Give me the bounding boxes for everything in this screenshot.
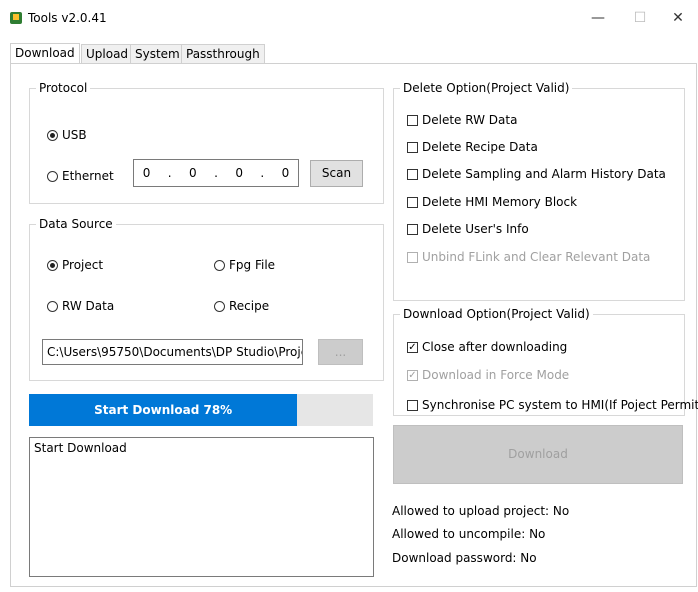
ip-dot: . bbox=[214, 166, 218, 180]
ip-octet-1[interactable]: 0 bbox=[143, 166, 151, 180]
delete-sampling-alarm-checkbox[interactable]: Delete Sampling and Alarm History Data bbox=[407, 167, 666, 181]
ip-dot: . bbox=[260, 166, 265, 180]
force-mode-checkbox[interactable]: ✓ Download in Force Mode bbox=[407, 368, 569, 382]
ip-octet-2[interactable]: 0 bbox=[189, 166, 197, 180]
tab-passthrough[interactable]: Passthrough bbox=[181, 44, 265, 65]
ip-dot: . bbox=[167, 166, 172, 180]
radio-dot-icon bbox=[47, 170, 58, 182]
ethernet-label: Ethernet bbox=[62, 169, 114, 183]
usb-label: USB bbox=[62, 128, 87, 142]
app-icon bbox=[10, 12, 22, 24]
download-progress-bar: Start Download 78% bbox=[29, 394, 373, 426]
usb-radio[interactable]: USB bbox=[47, 128, 87, 142]
delete-sampling-alarm-label: Delete Sampling and Alarm History Data bbox=[422, 167, 666, 181]
tools-window: Tools v2.0.41 — ☐ ✕ Download Upload Syst… bbox=[0, 0, 698, 592]
checkbox-icon bbox=[407, 251, 418, 263]
upload-allowed-info: Allowed to upload project: No bbox=[392, 504, 570, 518]
protocol-legend: Protocol bbox=[39, 81, 88, 95]
tab-system[interactable]: System bbox=[130, 44, 185, 65]
delete-recipe-data-label: Delete Recipe Data bbox=[422, 140, 538, 154]
force-mode-label: Download in Force Mode bbox=[422, 368, 570, 382]
title-bar: Tools v2.0.41 — ☐ ✕ bbox=[0, 0, 698, 34]
ip-octet-4[interactable]: 0 bbox=[282, 166, 290, 180]
checkmark-icon: ✓ bbox=[407, 369, 418, 381]
checkbox-icon bbox=[407, 223, 418, 235]
log-output[interactable]: Start Download bbox=[29, 437, 374, 577]
minimize-button[interactable]: — bbox=[578, 6, 618, 30]
scan-button[interactable]: Scan bbox=[310, 160, 363, 187]
checkbox-icon bbox=[407, 141, 418, 153]
delete-hmi-memory-checkbox[interactable]: Delete HMI Memory Block bbox=[407, 195, 577, 209]
project-label: Project bbox=[62, 258, 104, 272]
close-after-download-label: Close after downloading bbox=[422, 340, 568, 354]
delete-rw-data-checkbox[interactable]: Delete RW Data bbox=[407, 113, 517, 127]
data-source-legend: Data Source bbox=[39, 217, 113, 231]
radio-dot-icon bbox=[47, 300, 58, 312]
rw-data-label: RW Data bbox=[62, 299, 115, 313]
checkbox-icon bbox=[407, 168, 418, 180]
maximize-button[interactable]: ☐ bbox=[620, 6, 660, 30]
ip-octet-3[interactable]: 0 bbox=[235, 166, 243, 180]
unbind-flink-label: Unbind FLink and Clear Relevant Data bbox=[422, 250, 651, 264]
tab-download[interactable]: Download bbox=[10, 43, 80, 65]
recipe-radio[interactable]: Recipe bbox=[214, 299, 269, 313]
delete-hmi-memory-label: Delete HMI Memory Block bbox=[422, 195, 578, 209]
delete-option-legend: Delete Option(Project Valid) bbox=[403, 81, 570, 95]
unbind-flink-checkbox[interactable]: Unbind FLink and Clear Relevant Data bbox=[407, 250, 650, 264]
project-radio[interactable]: Project bbox=[47, 258, 103, 272]
fpg-file-label: Fpg File bbox=[229, 258, 276, 272]
download-button[interactable]: Download bbox=[393, 425, 683, 484]
progress-label: Start Download 78% bbox=[94, 403, 233, 417]
delete-rw-data-label: Delete RW Data bbox=[422, 113, 518, 127]
window-title: Tools v2.0.41 bbox=[28, 11, 107, 25]
delete-users-info-checkbox[interactable]: Delete User's Info bbox=[407, 222, 529, 236]
ethernet-radio[interactable]: Ethernet bbox=[47, 169, 114, 183]
sync-pc-system-checkbox[interactable]: Synchronise PC system to HMI(If Poject P… bbox=[407, 398, 698, 412]
checkbox-icon bbox=[407, 399, 418, 411]
sync-pc-system-label: Synchronise PC system to HMI(If Poject P… bbox=[422, 398, 698, 412]
download-option-legend: Download Option(Project Valid) bbox=[403, 307, 590, 321]
checkbox-icon bbox=[407, 114, 418, 126]
uncompile-allowed-info: Allowed to uncompile: No bbox=[392, 527, 546, 541]
download-password-info: Download password: No bbox=[392, 551, 537, 565]
checkbox-icon bbox=[407, 196, 418, 208]
path-input[interactable]: C:\Users\95750\Documents\DP Studio\Proje… bbox=[42, 339, 303, 365]
close-button[interactable]: ✕ bbox=[658, 6, 698, 30]
recipe-label: Recipe bbox=[229, 299, 270, 313]
ip-address-input[interactable]: 0 . 0 . 0 . 0 bbox=[133, 159, 299, 187]
rw-data-radio[interactable]: RW Data bbox=[47, 299, 114, 313]
radio-dot-icon bbox=[214, 259, 225, 271]
checkmark-icon: ✓ bbox=[407, 341, 418, 353]
tab-upload[interactable]: Upload bbox=[81, 44, 134, 65]
delete-users-info-label: Delete User's Info bbox=[422, 222, 529, 236]
close-after-download-checkbox[interactable]: ✓ Close after downloading bbox=[407, 340, 567, 354]
download-page: Protocol USB Ethernet 0 . 0 . 0 . 0 Scan… bbox=[10, 63, 698, 587]
radio-dot-icon bbox=[47, 259, 58, 271]
delete-recipe-data-checkbox[interactable]: Delete Recipe Data bbox=[407, 140, 538, 154]
fpg-file-radio[interactable]: Fpg File bbox=[214, 258, 275, 272]
browse-button[interactable]: ... bbox=[318, 339, 363, 365]
radio-dot-icon bbox=[47, 129, 58, 141]
radio-dot-icon bbox=[214, 300, 225, 312]
